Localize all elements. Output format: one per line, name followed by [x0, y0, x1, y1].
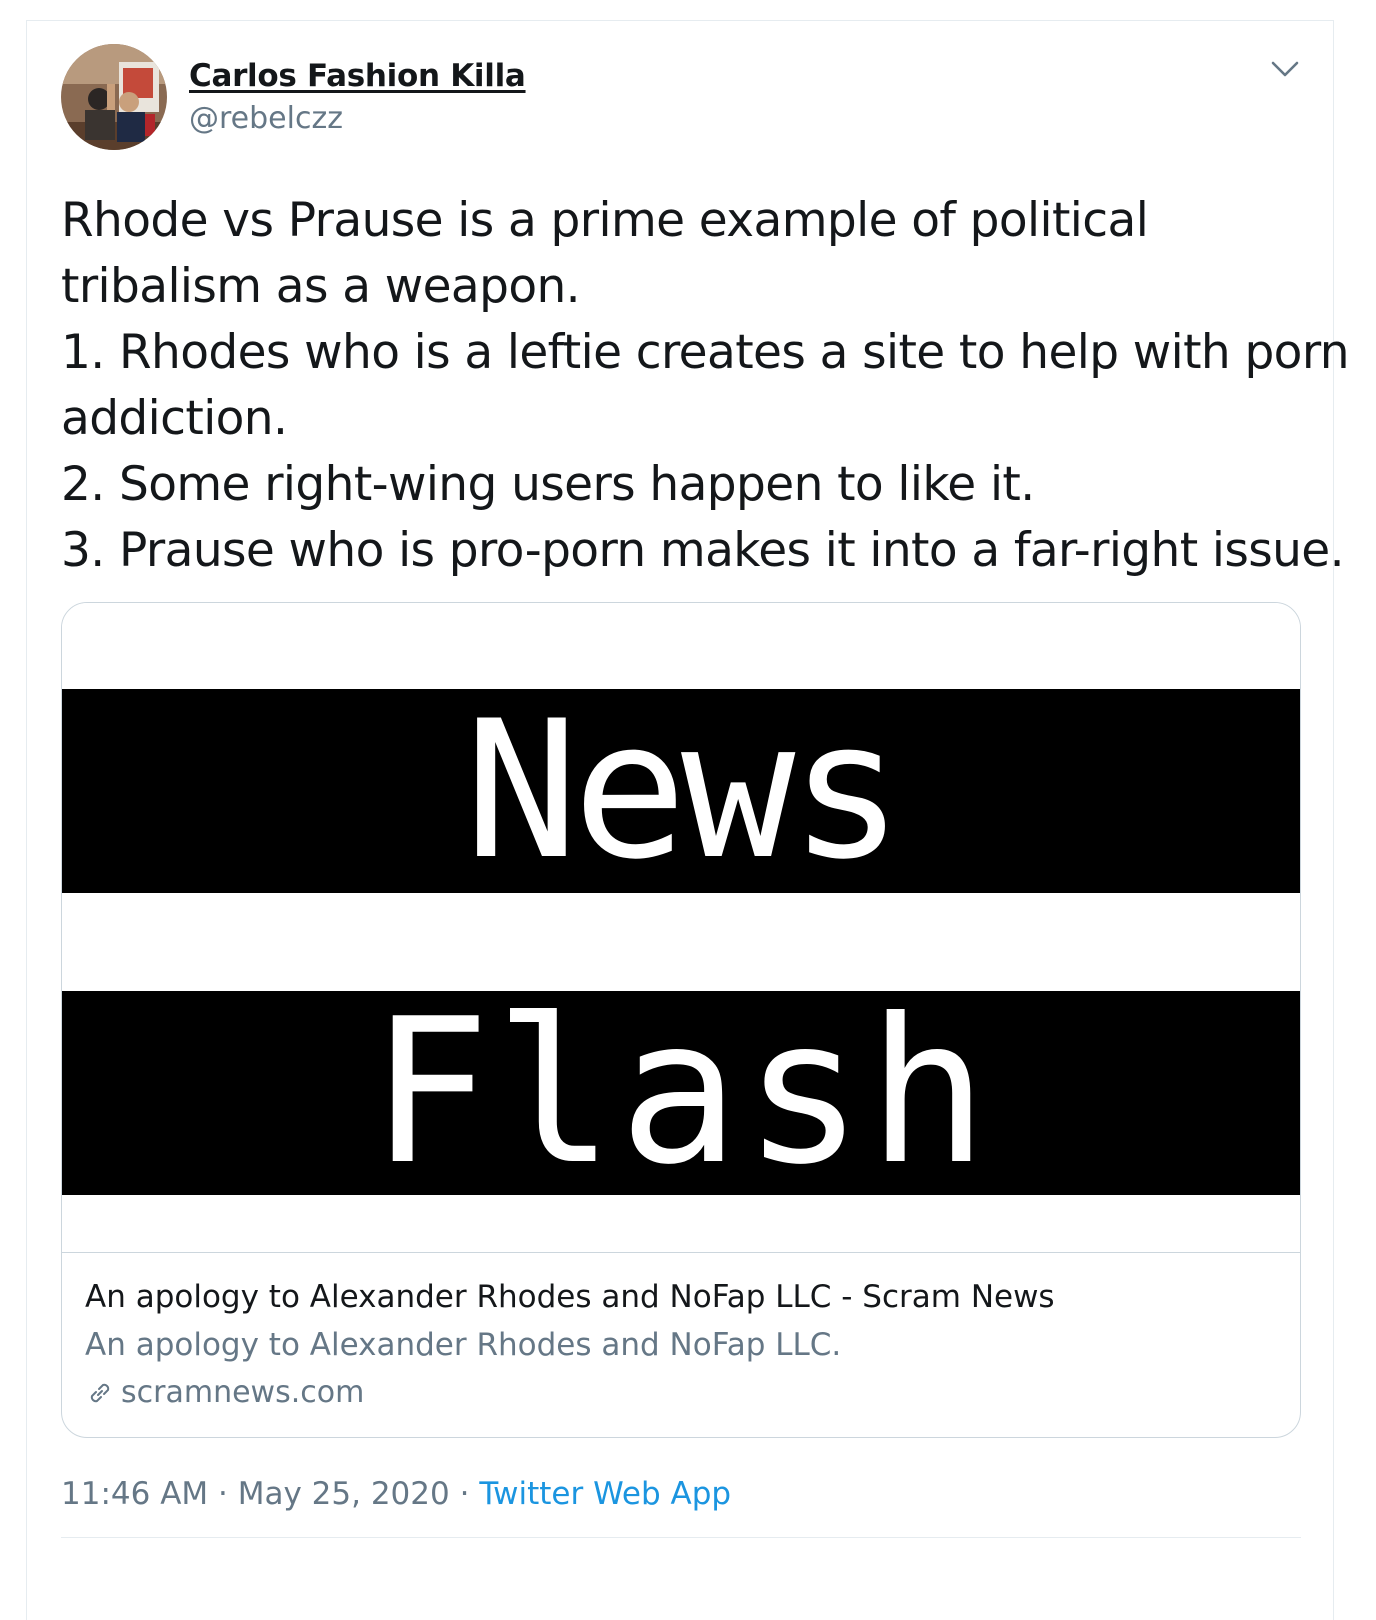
tweet-text-line: tribalism as a weapon.	[61, 259, 581, 314]
card-domain[interactable]: scramnews.com	[85, 1375, 364, 1410]
tweet-text-line: 2. Some right-wing users happen to like …	[61, 457, 1035, 512]
tweet-text-line: addiction.	[61, 391, 288, 446]
tweet-meta: 11:46 AM · May 25, 2020 · Twitter Web Ap…	[61, 1476, 731, 1512]
card-image-flash-text: Flash	[62, 991, 1300, 1195]
card-title[interactable]: An apology to Alexander Rhodes and NoFap…	[85, 1279, 1055, 1315]
meta-separator: ·	[459, 1476, 470, 1512]
divider	[61, 1537, 1301, 1538]
tweet-text-line: 3. Prause who is pro-porn makes it into …	[61, 523, 1345, 578]
card-description: An apology to Alexander Rhodes and NoFap…	[85, 1327, 842, 1363]
author-handle[interactable]: @rebelczz	[189, 101, 343, 136]
meta-separator: ·	[218, 1476, 228, 1512]
author-avatar[interactable]	[61, 44, 167, 150]
chevron-down-icon	[1271, 61, 1299, 77]
tweet-date[interactable]: May 25, 2020	[238, 1476, 450, 1512]
avatar-photo-icon	[61, 44, 167, 150]
author-display-name[interactable]: Carlos Fashion Killa	[189, 58, 526, 94]
card-image[interactable]: News Flash	[62, 603, 1300, 1253]
card-image-news-text: News	[62, 689, 1300, 893]
link-icon	[90, 1383, 110, 1402]
tweet-time[interactable]: 11:46 AM	[61, 1476, 208, 1512]
tweet-text-line: 1. Rhodes who is a leftie creates a site…	[61, 325, 1350, 380]
tweet-source-link[interactable]: Twitter Web App	[479, 1476, 731, 1512]
tweet-text-line: Rhode vs Prause is a prime example of po…	[61, 193, 1149, 248]
tweet-text: Rhode vs Prause is a prime example of po…	[61, 188, 1350, 584]
card-domain-text: scramnews.com	[121, 1375, 365, 1410]
link-preview-card[interactable]: News Flash An apology to Alexander Rhode…	[61, 602, 1301, 1438]
tweet-menu-button[interactable]	[1268, 56, 1302, 82]
